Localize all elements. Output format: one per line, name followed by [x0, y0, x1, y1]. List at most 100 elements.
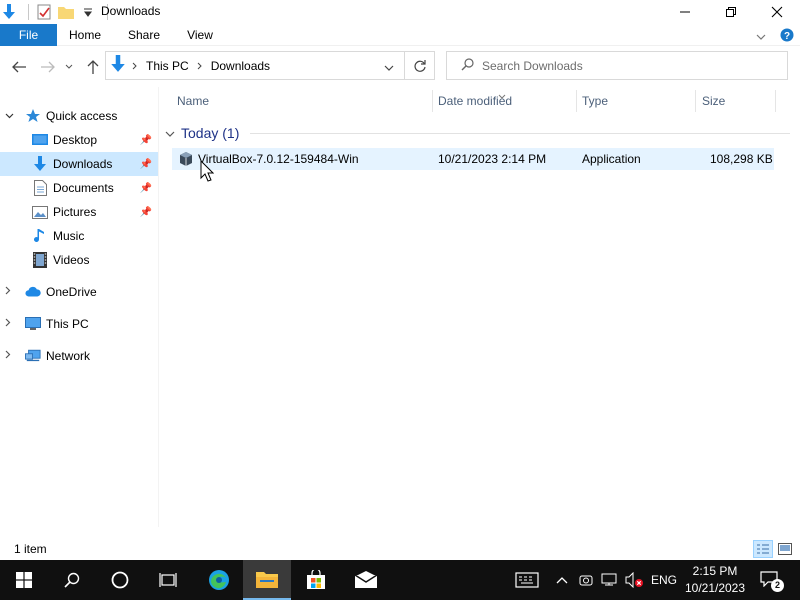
sidebar-item-desktop[interactable]: Desktop 📌 — [0, 128, 158, 152]
sidebar-item-label: OneDrive — [46, 285, 97, 299]
column-divider[interactable] — [695, 90, 696, 112]
action-center-button[interactable]: 2 — [756, 560, 784, 600]
documents-icon — [32, 180, 48, 196]
group-header-today[interactable]: Today (1) — [165, 123, 239, 143]
quick-access-toolbar — [0, 0, 114, 24]
new-folder-icon[interactable] — [57, 3, 75, 21]
network-status-icon[interactable] — [600, 560, 620, 600]
toolbar-divider — [28, 4, 29, 20]
show-hidden-icons-icon[interactable] — [553, 560, 571, 600]
file-size: 108,298 KB — [710, 152, 773, 166]
properties-icon[interactable] — [35, 3, 53, 21]
column-divider[interactable] — [576, 90, 577, 112]
mail-button[interactable] — [342, 560, 390, 600]
search-placeholder: Search Downloads — [482, 58, 583, 73]
breadcrumb-downloads[interactable]: Downloads — [211, 59, 270, 73]
maximize-button[interactable] — [708, 0, 754, 24]
sidebar-item-pictures[interactable]: Pictures 📌 — [0, 200, 158, 224]
back-button[interactable] — [9, 57, 29, 77]
sidebar-item-label: Downloads — [53, 157, 113, 171]
search-icon — [461, 57, 474, 74]
volume-muted-icon[interactable] — [624, 560, 646, 600]
mail-icon — [354, 571, 378, 588]
chevron-down-icon[interactable] — [5, 111, 17, 122]
details-view-button[interactable] — [753, 540, 773, 558]
tab-file[interactable]: File — [0, 24, 57, 46]
address-row: This PC Downloads Search Downloads — [0, 47, 800, 87]
start-button[interactable] — [0, 560, 48, 600]
chevron-right-icon[interactable] — [5, 318, 17, 330]
tab-view[interactable]: View — [173, 24, 227, 46]
pin-icon[interactable]: 📌 — [140, 207, 152, 218]
pin-icon[interactable]: 📌 — [140, 135, 152, 146]
camera-icon[interactable] — [577, 560, 595, 600]
search-button[interactable] — [48, 560, 96, 600]
address-bar[interactable]: This PC Downloads — [105, 51, 435, 80]
clock-time: 2:15 PM — [692, 564, 738, 578]
sidebar-item-music[interactable]: Music — [0, 224, 158, 248]
sort-indicator-icon — [498, 88, 506, 102]
sidebar-item-this-pc[interactable]: This PC — [0, 312, 158, 336]
pictures-icon — [32, 204, 48, 220]
tab-share[interactable]: Share — [115, 24, 173, 46]
forward-button[interactable] — [38, 57, 58, 77]
minimize-button[interactable] — [662, 0, 708, 24]
column-header-type[interactable]: Type — [582, 89, 608, 113]
expand-ribbon-icon[interactable] — [756, 30, 766, 44]
desktop-icon — [32, 132, 48, 148]
tab-home[interactable]: Home — [57, 24, 113, 46]
column-header-size[interactable]: Size — [702, 89, 725, 113]
clock[interactable]: 2:15 PM 10/21/2023 — [680, 563, 750, 597]
chevron-right-icon[interactable] — [5, 350, 17, 362]
file-date-modified: 10/21/2023 2:14 PM — [438, 152, 547, 166]
pane-divider[interactable] — [158, 87, 159, 527]
down-arrow-icon[interactable] — [0, 3, 18, 21]
sidebar-item-quick-access[interactable]: Quick access — [0, 104, 158, 128]
cortana-button[interactable] — [96, 560, 144, 600]
column-divider[interactable] — [432, 90, 433, 112]
chevron-down-icon[interactable] — [165, 125, 175, 141]
network-icon — [25, 348, 41, 364]
language-indicator[interactable]: ENG — [648, 560, 680, 600]
ribbon-tabs: File Home Share View ? — [0, 24, 800, 46]
help-icon[interactable]: ? — [780, 28, 794, 45]
sidebar-item-videos[interactable]: Videos — [0, 248, 158, 272]
search-input[interactable]: Search Downloads — [446, 51, 788, 80]
sidebar-item-label: This PC — [46, 317, 89, 331]
file-explorer-icon — [256, 572, 278, 588]
window-title: Downloads — [101, 4, 161, 18]
customize-qat-icon[interactable] — [79, 3, 97, 21]
recent-locations-button[interactable] — [62, 57, 76, 77]
touch-keyboard-icon[interactable] — [512, 560, 542, 600]
column-divider[interactable] — [775, 90, 776, 112]
application-icon — [178, 151, 194, 170]
table-row[interactable]: VirtualBox-7.0.12-159484-Win 10/21/2023 … — [172, 148, 774, 170]
sidebar-item-network[interactable]: Network — [0, 344, 158, 368]
chevron-right-icon[interactable] — [5, 286, 17, 298]
search-icon — [64, 572, 80, 588]
downloads-icon — [110, 55, 126, 76]
breadcrumb-this-pc[interactable]: This PC — [146, 59, 189, 73]
edge-icon — [209, 570, 229, 590]
taskbar: ENG 2:15 PM 10/21/2023 2 — [0, 560, 800, 600]
store-button[interactable] — [292, 560, 340, 600]
close-button[interactable] — [754, 0, 800, 24]
file-explorer-button[interactable] — [243, 560, 291, 600]
sidebar-item-documents[interactable]: Documents 📌 — [0, 176, 158, 200]
pin-icon[interactable]: 📌 — [140, 159, 152, 170]
sidebar-item-onedrive[interactable]: OneDrive — [0, 280, 158, 304]
onedrive-icon — [25, 284, 41, 300]
sidebar-item-label: Desktop — [53, 133, 98, 147]
group-divider — [250, 133, 790, 134]
refresh-button[interactable] — [404, 51, 435, 80]
task-view-button[interactable] — [144, 560, 192, 600]
sidebar-item-label: Network — [46, 349, 91, 363]
sidebar-item-label: Pictures — [53, 205, 97, 219]
large-icons-view-button[interactable] — [775, 540, 795, 558]
address-dropdown-icon[interactable] — [384, 61, 394, 75]
sidebar-item-downloads[interactable]: Downloads 📌 — [0, 152, 158, 176]
column-header-name[interactable]: Name — [177, 89, 209, 113]
up-button[interactable] — [83, 57, 103, 77]
edge-button[interactable] — [195, 560, 243, 600]
pin-icon[interactable]: 📌 — [140, 183, 152, 194]
